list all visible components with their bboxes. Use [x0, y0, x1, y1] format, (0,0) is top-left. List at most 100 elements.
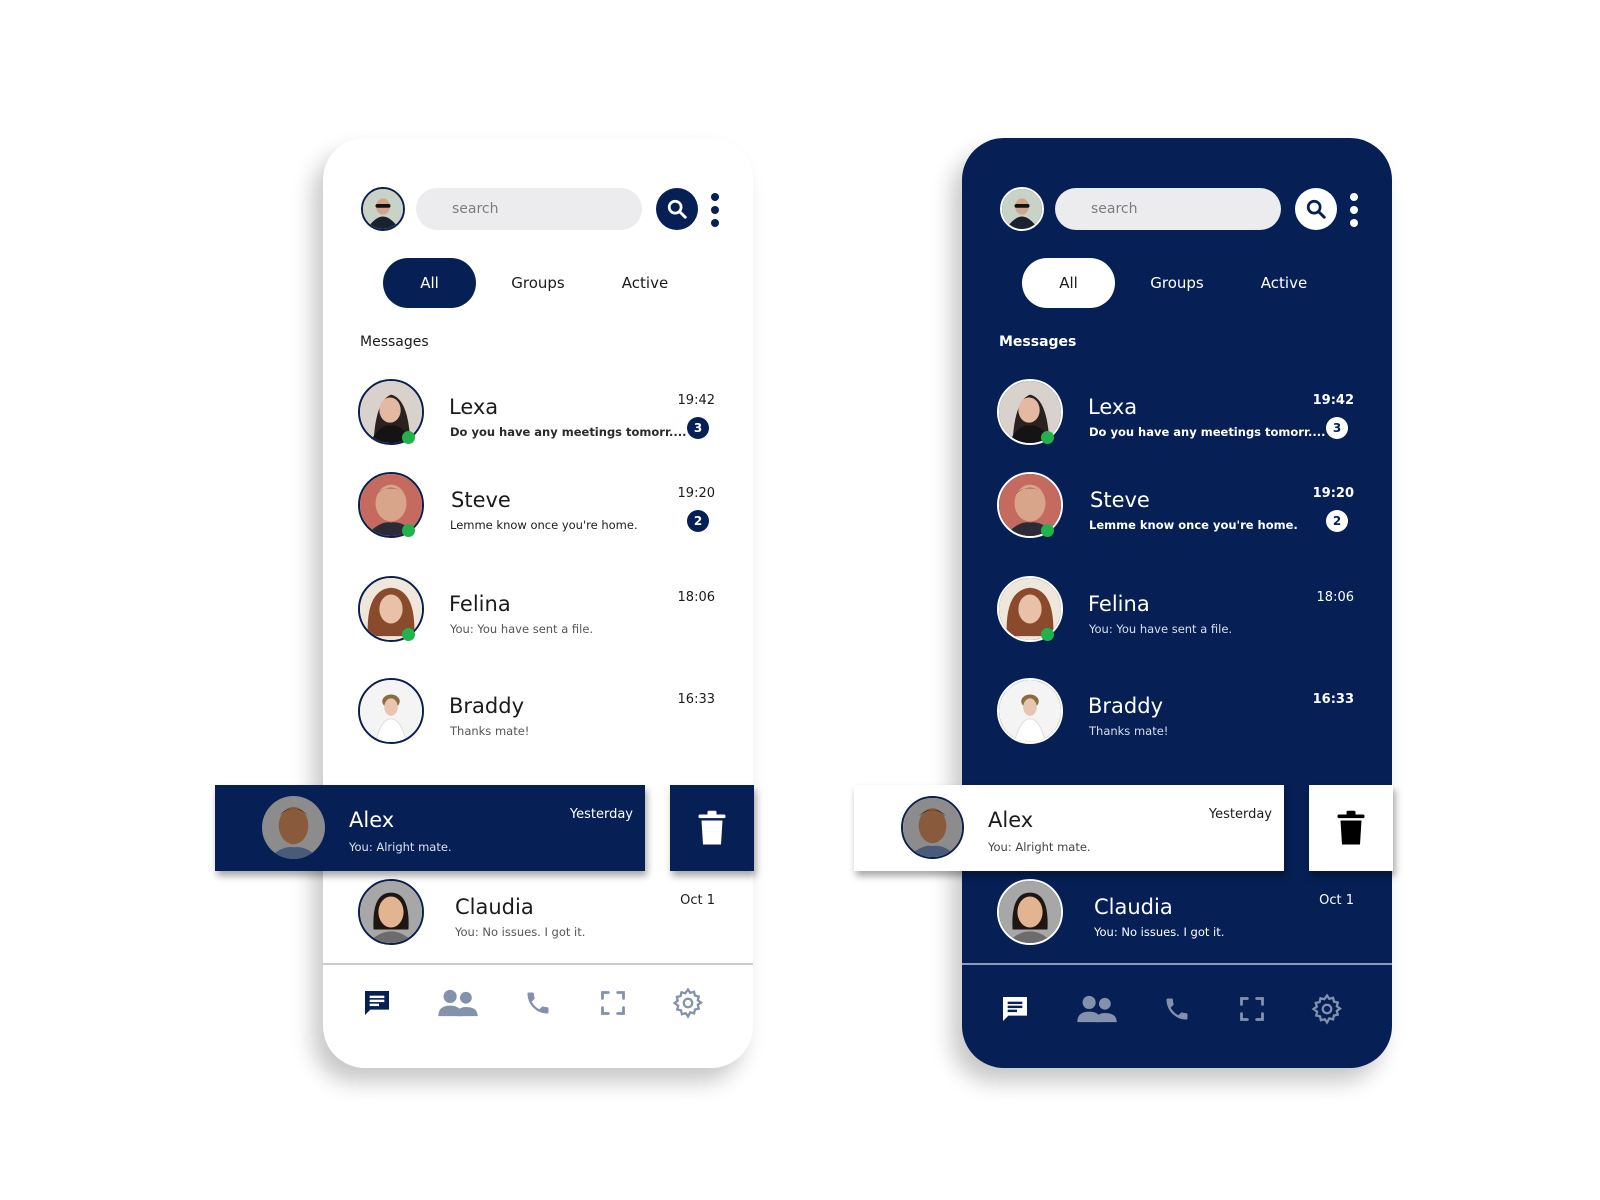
scan-icon: [1240, 997, 1264, 1021]
message-time: Yesterday: [569, 807, 633, 822]
conversation-row[interactable]: Felina You: You have sent a file. 18:06: [323, 572, 753, 662]
conversation-row[interactable]: Braddy Thanks mate! 16:33: [962, 674, 1392, 764]
message-preview: Thanks mate!: [450, 724, 530, 738]
phone-light-theme: All Groups Active Messages Lexa Do you h…: [323, 138, 753, 1068]
unread-badge: 3: [687, 417, 709, 439]
more-options-icon[interactable]: [710, 193, 720, 227]
contact-name: Felina: [449, 592, 511, 616]
nav-calls[interactable]: [513, 978, 563, 1028]
profile-avatar[interactable]: [361, 187, 405, 231]
conversation-row[interactable]: Steve Lemme know once you're home. 19:20…: [962, 468, 1392, 558]
tab-active[interactable]: Active: [600, 258, 690, 308]
delete-button[interactable]: [1309, 785, 1393, 871]
message-time: 19:20: [677, 486, 715, 501]
avatar: [997, 879, 1063, 945]
message-time: Yesterday: [1208, 807, 1272, 822]
message-preview: You: Alright mate.: [349, 840, 452, 854]
tab-groups[interactable]: Groups: [1132, 258, 1222, 308]
tab-all[interactable]: All: [1022, 258, 1115, 308]
search-button[interactable]: [656, 188, 698, 230]
phone-dark-theme: All Groups Active Messages Lexa Do you h…: [962, 138, 1392, 1068]
message-time: 19:42: [677, 393, 715, 408]
contact-name: Lexa: [1088, 395, 1138, 419]
nav-contacts[interactable]: [1072, 984, 1122, 1034]
contact-name: Lexa: [449, 395, 499, 419]
nav-scan[interactable]: [1227, 984, 1277, 1034]
nav-divider: [323, 963, 753, 965]
nav-settings[interactable]: [663, 978, 713, 1028]
search-input[interactable]: [416, 188, 642, 230]
nav-chats[interactable]: [990, 984, 1040, 1034]
scan-icon: [601, 991, 625, 1015]
messages-heading: Messages: [360, 334, 429, 350]
nav-chats[interactable]: [352, 978, 402, 1028]
unread-badge: 3: [1326, 417, 1348, 439]
contact-name: Felina: [1088, 592, 1150, 616]
tab-groups[interactable]: Groups: [493, 258, 583, 308]
conversation-row[interactable]: Claudia You: No issues. I got it. Oct 1: [962, 875, 1392, 965]
conversation-row[interactable]: Lexa Do you have any meetings tomorr....…: [323, 375, 753, 465]
nav-settings[interactable]: [1302, 984, 1352, 1034]
filter-tabs: All Groups Active: [383, 258, 713, 308]
messages-heading: Messages: [999, 334, 1077, 350]
contact-name: Steve: [1090, 488, 1150, 512]
nav-calls[interactable]: [1152, 984, 1202, 1034]
search-button[interactable]: [1295, 188, 1337, 230]
nav-divider: [962, 963, 1392, 965]
message-time: 16:33: [677, 692, 715, 707]
message-preview: Do you have any meetings tomorr....: [450, 425, 687, 439]
search-icon: [667, 199, 687, 219]
online-indicator: [1041, 628, 1054, 641]
swiped-conversation-row[interactable]: Alex You: Alright mate. Yesterday: [215, 785, 645, 871]
conversation-row[interactable]: Braddy Thanks mate! 16:33: [323, 674, 753, 764]
gear-icon: [1311, 993, 1343, 1025]
avatar: [262, 796, 325, 859]
message-time: 18:06: [677, 590, 715, 605]
gear-icon: [672, 987, 704, 1019]
contact-name: Alex: [349, 808, 395, 832]
tab-all[interactable]: All: [383, 258, 476, 308]
message-preview: Lemme know once you're home.: [1089, 518, 1298, 532]
conversation-row[interactable]: Felina You: You have sent a file. 18:06: [962, 572, 1392, 662]
contact-name: Alex: [988, 808, 1034, 832]
avatar: [358, 678, 424, 744]
contact-name: Braddy: [1088, 694, 1163, 718]
avatar: [358, 879, 424, 945]
profile-avatar[interactable]: [1000, 187, 1044, 231]
message-time: Oct 1: [680, 893, 715, 908]
nav-contacts[interactable]: [433, 978, 483, 1028]
avatar: [997, 678, 1063, 744]
message-time: 19:20: [1312, 486, 1354, 501]
conversation-row[interactable]: Steve Lemme know once you're home. 19:20…: [323, 468, 753, 558]
message-preview: Do you have any meetings tomorr....: [1089, 425, 1326, 439]
message-preview: You: Alright mate.: [988, 840, 1091, 854]
online-indicator: [402, 431, 415, 444]
more-options-icon[interactable]: [1349, 193, 1359, 227]
unread-badge: 2: [1326, 510, 1348, 532]
delete-button[interactable]: [670, 785, 754, 871]
chat-icon: [365, 991, 389, 1015]
conversation-row[interactable]: Claudia You: No issues. I got it. Oct 1: [323, 875, 753, 965]
contact-name: Braddy: [449, 694, 524, 718]
nav-scan[interactable]: [588, 978, 638, 1028]
people-icon: [438, 989, 478, 1017]
trash-icon: [1337, 810, 1365, 845]
message-time: 18:06: [1316, 590, 1354, 605]
search-icon: [1306, 199, 1326, 219]
top-bar: [361, 186, 723, 232]
conversation-row[interactable]: Lexa Do you have any meetings tomorr....…: [962, 375, 1392, 465]
message-preview: Lemme know once you're home.: [450, 518, 638, 532]
tab-active[interactable]: Active: [1239, 258, 1329, 308]
people-icon: [1077, 995, 1117, 1023]
filter-tabs: All Groups Active: [1022, 258, 1352, 308]
message-preview: You: You have sent a file.: [1089, 622, 1233, 636]
message-preview: You: No issues. I got it.: [1094, 925, 1225, 939]
contact-name: Claudia: [455, 895, 534, 919]
message-time: 16:33: [1312, 692, 1354, 707]
contact-name: Claudia: [1094, 895, 1173, 919]
top-bar: [1000, 186, 1362, 232]
swiped-conversation-row[interactable]: Alex You: Alright mate. Yesterday: [854, 785, 1284, 871]
search-input[interactable]: [1055, 188, 1281, 230]
online-indicator: [402, 628, 415, 641]
message-preview: Thanks mate!: [1089, 724, 1169, 738]
